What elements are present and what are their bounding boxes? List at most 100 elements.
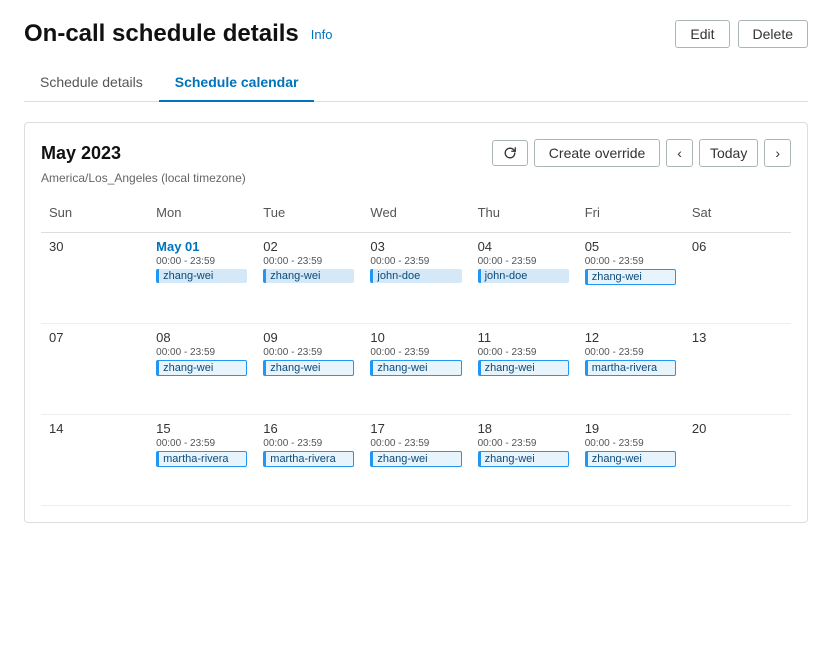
day-number: 04 [478,239,569,254]
event-time: 00:00 - 23:59 [263,347,354,358]
day-number: 16 [263,421,354,436]
event-time: 00:00 - 23:59 [370,256,461,267]
tabs-container: Schedule details Schedule calendar [24,64,808,102]
day-number: 07 [49,330,140,345]
calendar-header: May 2023 Create override ‹ Today › [41,139,791,167]
calendar-month-year: May 2023 [41,143,121,164]
day-number: 06 [692,239,783,254]
day-header-sun: Sun [41,201,148,224]
calendar-event[interactable]: zhang-wei [370,360,461,376]
event-time: 00:00 - 23:59 [478,438,569,449]
page-container: On-call schedule details Info Edit Delet… [0,0,832,657]
day-headers-row: Sun Mon Tue Wed Thu Fri Sat [41,201,791,233]
calendar-controls: Create override ‹ Today › [492,139,791,167]
day-number: 10 [370,330,461,345]
day-number: 11 [478,330,569,345]
day-number: 18 [478,421,569,436]
day-cell-0-3: 03 00:00 - 23:59 john-doe [362,233,469,323]
calendar-event[interactable]: john-doe [478,269,569,283]
calendar-event[interactable]: john-doe [370,269,461,283]
calendar-grid: Sun Mon Tue Wed Thu Fri Sat 30 May 01 00:0… [41,201,791,506]
day-number: 19 [585,421,676,436]
calendar-event[interactable]: zhang-wei [585,269,676,285]
today-button[interactable]: Today [699,139,758,167]
event-user-name: zhang-wei [592,453,642,465]
calendar-event[interactable]: zhang-wei [478,451,569,467]
calendar-event[interactable]: martha-rivera [156,451,247,467]
calendar-event[interactable]: zhang-wei [585,451,676,467]
day-header-thu: Thu [470,201,577,224]
day-number: 14 [49,421,140,436]
event-time: 00:00 - 23:59 [478,256,569,267]
day-header-tue: Tue [255,201,362,224]
event-user-name: john-doe [377,270,420,282]
calendar-event[interactable]: martha-rivera [263,451,354,467]
event-user-name: martha-rivera [270,453,335,465]
day-number: 09 [263,330,354,345]
tab-schedule-calendar[interactable]: Schedule calendar [159,64,315,102]
prev-button[interactable]: ‹ [666,139,693,167]
calendar-event[interactable]: zhang-wei [156,269,247,283]
calendar-event[interactable]: martha-rivera [585,360,676,376]
day-cell-2-4: 18 00:00 - 23:59 zhang-wei [470,415,577,505]
week-row-2: 14 15 00:00 - 23:59 martha-rivera 16 00:00 - … [41,415,791,506]
page-header: On-call schedule details Info Edit Delet… [24,20,808,48]
day-cell-1-5: 12 00:00 - 23:59 martha-rivera [577,324,684,414]
day-header-wed: Wed [362,201,469,224]
event-time: 00:00 - 23:59 [478,347,569,358]
event-user-name: zhang-wei [377,362,427,374]
event-user-name: zhang-wei [592,271,642,283]
day-header-sat: Sat [684,201,791,224]
header-actions: Edit Delete [675,20,808,48]
calendar-container: May 2023 Create override ‹ Today › Ameri… [24,122,808,523]
day-cell-1-1: 0800:00 - 23:59zhang-wei [148,324,255,414]
event-user-name: zhang-wei [377,453,427,465]
day-number: May 01 [156,239,247,254]
calendar-event[interactable]: zhang-wei [370,451,461,467]
event-user-name: zhang-wei [163,270,213,282]
day-cell-0-1: May 01 00:00 - 23:59 zhang-wei [148,233,255,323]
event-time: 00:00 - 23:59 [156,438,247,449]
day-header-fri: Fri [577,201,684,224]
next-button[interactable]: › [764,139,791,167]
day-cell-2-3: 1700:00 - 23:59zhang-wei [362,415,469,505]
day-cell-0-0: 30 [41,233,148,323]
day-number: 05 [585,239,676,254]
week-row-0: 30 May 01 00:00 - 23:59 zhang-wei 02 00:00 - … [41,233,791,324]
day-number: 30 [49,239,140,254]
calendar-event[interactable]: zhang-wei [263,269,354,283]
event-user-name: john-doe [485,270,528,282]
day-cell-1-3: 10 00:00 - 23:59 zhang-wei [362,324,469,414]
day-cell-0-5: 05 00:00 - 23:59 zhang-wei [577,233,684,323]
refresh-button[interactable] [492,140,528,166]
event-user-name: zhang-wei [485,453,535,465]
day-cell-2-2: 16 00:00 - 23:59 martha-rivera [255,415,362,505]
event-user-name: martha-rivera [163,453,228,465]
info-link[interactable]: Info [311,27,333,42]
event-time: 00:00 - 23:59 [370,347,461,358]
delete-button[interactable]: Delete [738,20,808,48]
day-cell-1-4: 11 00:00 - 23:59 zhang-wei [470,324,577,414]
day-number: 02 [263,239,354,254]
day-number: 12 [585,330,676,345]
event-time: 00:00 - 23:59 [263,438,354,449]
edit-button[interactable]: Edit [675,20,729,48]
week-row-1: 07 0800:00 - 23:59zhang-wei 09 00:00 - 23:5… [41,324,791,415]
event-time: 00:00 - 23:59 [156,256,247,267]
event-time: 00:00 - 23:59 [585,256,676,267]
day-number: 15 [156,421,247,436]
day-cell-2-5: 19 00:00 - 23:59 zhang-wei [577,415,684,505]
calendar-event[interactable]: zhang-wei [478,360,569,376]
event-time: 00:00 - 23:59 [585,347,676,358]
create-override-button[interactable]: Create override [534,139,661,167]
event-time: 00:00 - 23:59 [585,438,676,449]
calendar-weeks: 30 May 01 00:00 - 23:59 zhang-wei 02 00:00 - … [41,233,791,506]
tab-schedule-details[interactable]: Schedule details [24,64,159,102]
day-number: 03 [370,239,461,254]
day-number: 13 [692,330,783,345]
calendar-event[interactable]: zhang-wei [263,360,354,376]
event-user-name: zhang-wei [270,270,320,282]
calendar-event[interactable]: zhang-wei [156,360,247,376]
day-number: 17 [370,421,461,436]
day-cell-2-6: 20 [684,415,791,505]
